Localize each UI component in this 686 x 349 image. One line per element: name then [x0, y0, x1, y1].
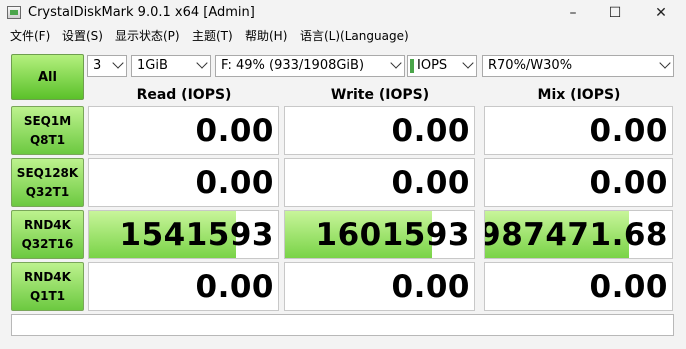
- test-button-rnd4k-q1t1[interactable]: RND4K Q1T1: [11, 262, 84, 311]
- read-column-header: Read (IOPS): [136, 87, 232, 103]
- read-result-cell: 0.00: [88, 106, 279, 155]
- chevron-down-icon: [196, 57, 208, 69]
- menu-view-status[interactable]: 显示状态(P): [115, 28, 180, 44]
- mix-result-value: 0.00: [589, 112, 668, 149]
- maximize-button[interactable]: ☐: [592, 0, 638, 26]
- minimize-button[interactable]: –: [550, 0, 596, 26]
- test-button-seq128k-q32t1[interactable]: SEQ128K Q32T1: [11, 158, 84, 207]
- test-button-line1: SEQ128K: [16, 165, 79, 180]
- drive-value: F: 49% (933/1908GiB): [221, 58, 365, 73]
- test-button-rnd4k-q32t16[interactable]: RND4K Q32T16: [11, 210, 84, 259]
- mix-column-header: Mix (IOPS): [537, 87, 621, 103]
- window-title: CrystalDiskMark 9.0.1 x64 [Admin]: [28, 5, 255, 20]
- test-button-line2: Q8T1: [29, 132, 66, 147]
- menu-bar: 文件(F) 设置(S) 显示状态(P) 主题(T) 帮助(H) 语言(L)(La…: [0, 26, 686, 46]
- menu-settings[interactable]: 设置(S): [62, 28, 103, 44]
- unit-indicator-bar: [410, 59, 414, 73]
- unit-select[interactable]: IOPS: [407, 55, 477, 77]
- write-result-value: 0.00: [391, 164, 470, 201]
- menu-help[interactable]: 帮助(H): [245, 28, 287, 44]
- mix-result-cell: 0.00: [484, 262, 673, 311]
- mix-ratio-value: R70%/W30%: [488, 58, 573, 73]
- test-size-value: 1GiB: [137, 58, 168, 73]
- test-button-line1: RND4K: [24, 269, 71, 284]
- write-column-header: Write (IOPS): [330, 87, 430, 103]
- drive-select[interactable]: F: 49% (933/1908GiB): [215, 55, 405, 77]
- test-count-select[interactable]: 3: [87, 55, 127, 77]
- mix-result-cell: 987471.68: [484, 210, 673, 259]
- chevron-down-icon: [462, 57, 474, 69]
- read-result-value: 1541593: [119, 216, 274, 253]
- read-result-cell: 1541593: [88, 210, 279, 259]
- menu-file[interactable]: 文件(F): [10, 28, 50, 44]
- test-size-select[interactable]: 1GiB: [131, 55, 211, 77]
- chevron-down-icon: [659, 57, 671, 69]
- test-button-line2: Q32T16: [21, 236, 74, 251]
- menu-language[interactable]: 语言(L)(Language): [300, 28, 409, 44]
- mix-result-cell: 0.00: [484, 158, 673, 207]
- write-result-cell: 0.00: [284, 106, 475, 155]
- test-button-line2: Q1T1: [29, 288, 66, 303]
- read-result-value: 0.00: [195, 164, 274, 201]
- read-result-value: 0.00: [195, 268, 274, 305]
- test-button-line1: RND4K: [24, 217, 71, 232]
- mix-result-value: 987471.68: [484, 216, 668, 253]
- write-result-cell: 0.00: [284, 158, 475, 207]
- status-bar: [11, 314, 674, 336]
- menu-theme[interactable]: 主题(T): [192, 28, 233, 44]
- mix-result-value: 0.00: [589, 268, 668, 305]
- test-count-value: 3: [93, 58, 102, 73]
- read-result-value: 0.00: [195, 112, 274, 149]
- mix-result-cell: 0.00: [484, 106, 673, 155]
- chevron-down-icon: [112, 57, 124, 69]
- unit-value: IOPS: [417, 58, 448, 73]
- write-result-value: 0.00: [391, 112, 470, 149]
- write-result-cell: 0.00: [284, 262, 475, 311]
- app-icon: [7, 6, 21, 19]
- test-button-line2: Q32T1: [25, 184, 70, 199]
- write-result-value: 0.00: [391, 268, 470, 305]
- test-button-line1: SEQ1M: [23, 113, 72, 128]
- read-result-cell: 0.00: [88, 158, 279, 207]
- test-button-seq1m-q8t1[interactable]: SEQ1M Q8T1: [11, 106, 84, 155]
- chevron-down-icon: [390, 57, 402, 69]
- mix-result-value: 0.00: [589, 164, 668, 201]
- write-result-cell: 1601593: [284, 210, 475, 259]
- mix-ratio-select[interactable]: R70%/W30%: [482, 55, 674, 77]
- write-result-value: 1601593: [315, 216, 470, 253]
- close-button[interactable]: ✕: [638, 0, 684, 26]
- all-button[interactable]: All: [11, 54, 84, 100]
- title-bar: CrystalDiskMark 9.0.1 x64 [Admin] – ☐ ✕: [0, 0, 686, 26]
- read-result-cell: 0.00: [88, 262, 279, 311]
